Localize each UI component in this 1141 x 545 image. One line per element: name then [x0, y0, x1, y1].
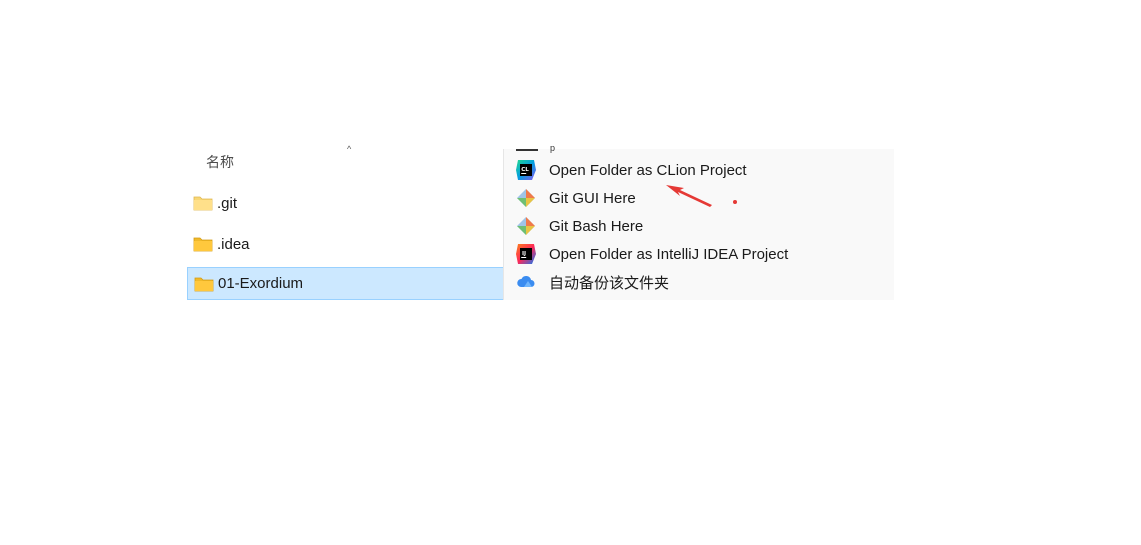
annotation-arrow-icon [666, 185, 712, 207]
clion-icon: CL [516, 160, 536, 180]
folder-icon [193, 196, 213, 211]
menu-item-label: Open Folder as IntelliJ IDEA Project [549, 245, 789, 263]
intellij-icon: IJ [516, 244, 536, 264]
screenshot-stage: ^ 名称 .git .idea 01-Exordium p CL Open Fo… [0, 0, 1141, 545]
menu-item-label: Git GUI Here [549, 189, 636, 207]
svg-text:IJ: IJ [522, 251, 526, 257]
git-icon [517, 189, 535, 207]
git-icon [517, 217, 535, 235]
menu-item-label: Git Bash Here [549, 217, 644, 235]
file-row-01-exordium[interactable]: 01-Exordium [187, 267, 505, 300]
menu-item-label: 自动备份该文件夹 [549, 274, 670, 292]
file-name: 01-Exordium [218, 275, 304, 292]
context-menu: p CL Open Folder as CLion Project Git GU… [503, 143, 894, 300]
menu-item-label: Open Folder as CLion Project [549, 161, 747, 179]
file-name: .idea [217, 235, 250, 253]
menu-item-open-intellij[interactable]: IJ Open Folder as IntelliJ IDEA Project [504, 240, 894, 268]
sort-indicator[interactable]: ^ [347, 145, 351, 154]
folder-icon [193, 237, 213, 252]
folder-icon [194, 277, 214, 291]
svg-text:CL: CL [521, 167, 529, 173]
annotation-dot [733, 200, 737, 204]
menu-item-auto-backup[interactable]: 自动备份该文件夹 [504, 268, 894, 296]
file-explorer-list: ^ 名称 .git .idea 01-Exordium [187, 145, 505, 300]
file-row-idea[interactable]: .idea [187, 228, 505, 260]
file-name: .git [217, 194, 238, 212]
partial-menu-item-icon [516, 149, 538, 154]
partial-menu-item-label: p [550, 143, 556, 153]
menu-item-git-bash[interactable]: Git Bash Here [504, 212, 894, 240]
cloud-backup-icon [517, 275, 535, 287]
column-header-name[interactable]: 名称 [206, 152, 234, 172]
file-row-git[interactable]: .git [187, 187, 505, 219]
